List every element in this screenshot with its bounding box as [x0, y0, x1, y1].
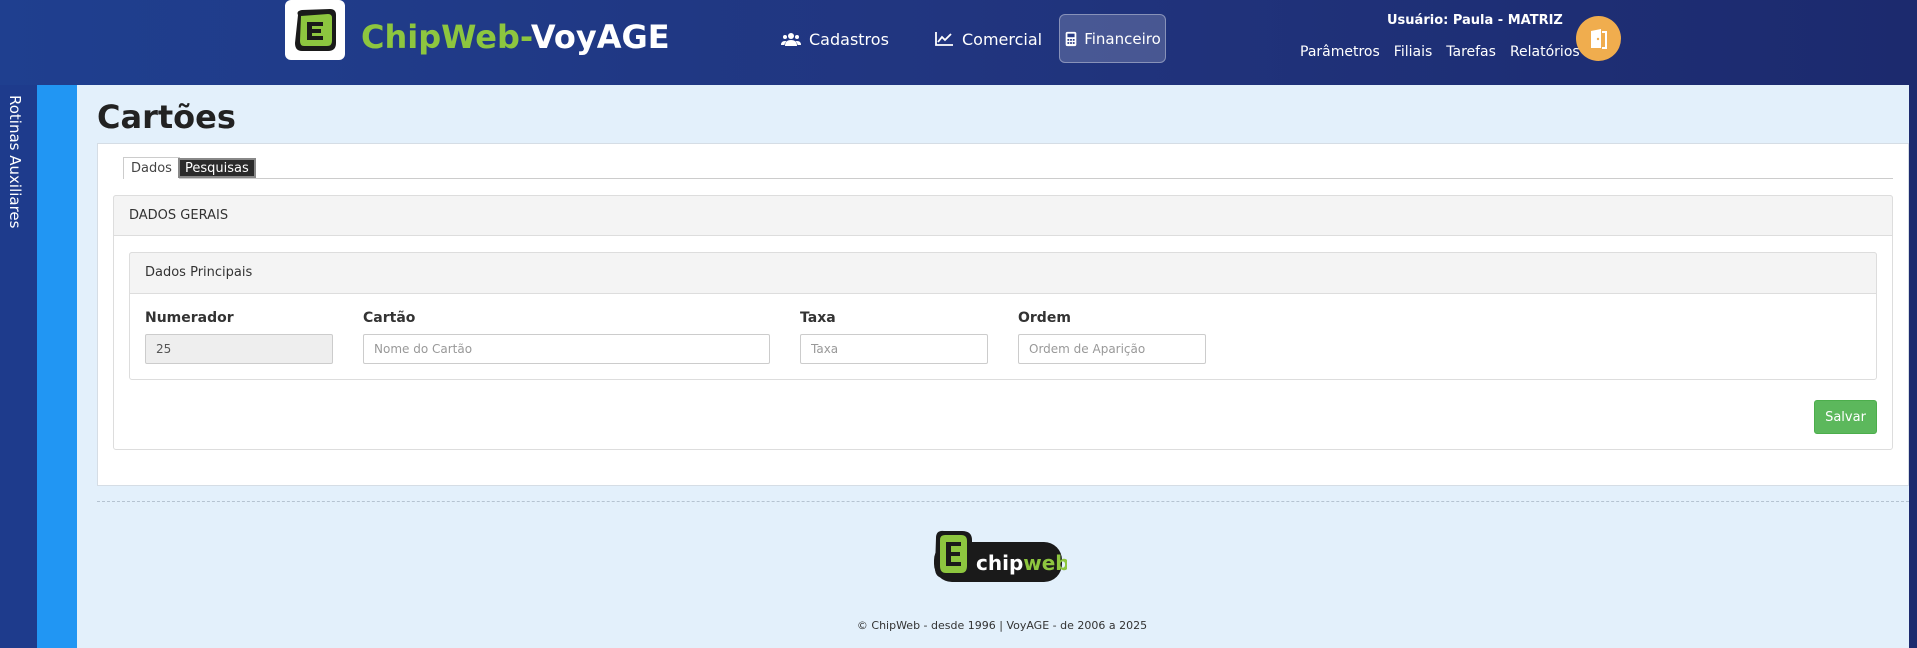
save-button[interactable]: Salvar — [1814, 400, 1877, 434]
brand-title: ChipWeb-VoyAGE — [361, 18, 670, 56]
dados-principais-heading: Dados Principais — [129, 252, 1877, 294]
footer-divider — [97, 501, 1909, 502]
link-filiais[interactable]: Filiais — [1394, 44, 1432, 60]
link-parametros[interactable]: Parâmetros — [1300, 44, 1380, 60]
cartao-input[interactable] — [363, 334, 770, 364]
tab-dados[interactable]: Dados — [123, 157, 180, 179]
calculator-icon — [1065, 31, 1077, 46]
page-title: Cartões — [97, 98, 236, 136]
ordem-input[interactable] — [1018, 334, 1206, 364]
numerador-label: Numerador — [145, 310, 234, 326]
tabs-divider — [123, 178, 1893, 179]
aux-sidebar-label[interactable]: Rotinas Auxiliares — [6, 95, 24, 228]
ordem-label: Ordem — [1018, 310, 1071, 326]
copyright-text: © ChipWeb - desde 1996 | VoyAGE - de 200… — [856, 619, 1148, 632]
users-icon — [781, 33, 801, 46]
link-relatorios[interactable]: Relatórios — [1510, 44, 1580, 60]
tab-pesquisas[interactable]: Pesquisas — [178, 158, 256, 178]
sidebar-strip — [37, 85, 77, 648]
taxa-input[interactable] — [800, 334, 988, 364]
numerador-field[interactable] — [145, 334, 333, 364]
line-chart-icon — [935, 32, 953, 46]
brand-title-part2: VoyAGE — [530, 18, 670, 56]
link-tarefas[interactable]: Tarefas — [1446, 44, 1496, 60]
chipweb-footer-logo-icon: chipweb — [934, 530, 1070, 582]
nav-comercial-label: Comercial — [962, 29, 1043, 49]
exit-button[interactable] — [1576, 16, 1621, 61]
dados-gerais-heading: DADOS GERAIS — [113, 195, 1893, 236]
nav-comercial[interactable]: Comercial — [928, 15, 1048, 63]
nav-cadastros-label: Cadastros — [809, 29, 889, 49]
footer-logo: chipweb — [930, 528, 1070, 590]
taxa-label: Taxa — [800, 310, 836, 326]
nav-financeiro-label: Financeiro — [1084, 29, 1161, 48]
user-label: Usuário: Paula - MATRIZ — [1387, 13, 1563, 28]
footer-logo-text: chipweb — [976, 551, 1067, 575]
top-header: ChipWeb-VoyAGE Cadastros Comercial Finan… — [0, 0, 1917, 85]
nav-cadastros[interactable]: Cadastros — [775, 15, 895, 63]
app-logo[interactable] — [285, 0, 345, 60]
scrollbar-edge[interactable] — [1909, 0, 1917, 648]
chipweb-logo-icon — [295, 9, 336, 51]
nav-financeiro[interactable]: Financeiro — [1059, 14, 1166, 63]
exit-door-icon — [1590, 28, 1607, 49]
cartao-label: Cartão — [363, 310, 416, 326]
brand-title-part1: ChipWeb- — [361, 18, 531, 56]
top-links: Parâmetros Filiais Tarefas Relatórios — [1300, 44, 1580, 60]
